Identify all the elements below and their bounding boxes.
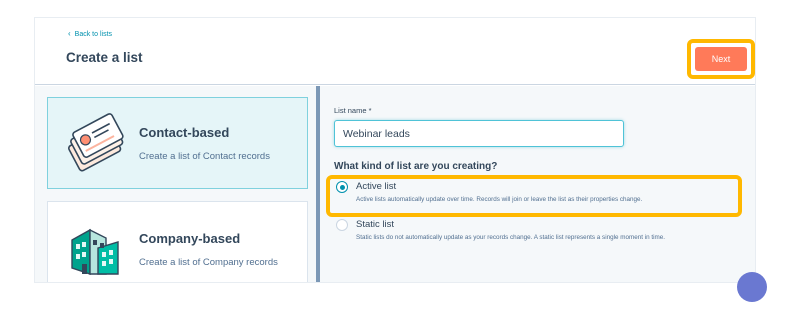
page-title: Create a list xyxy=(66,50,143,65)
back-link-label: Back to lists xyxy=(74,30,113,38)
list-settings-pane: List name * What kind of list are you cr… xyxy=(320,86,755,282)
create-list-window: ‹ Back to lists Create a list Contact-ba… xyxy=(34,17,756,283)
back-to-lists-link[interactable]: ‹ Back to lists xyxy=(68,30,112,38)
company-based-description: Create a list of Company records xyxy=(139,257,278,268)
page-header: ‹ Back to lists Create a list xyxy=(35,18,755,85)
chevron-left-icon: ‹ xyxy=(68,29,71,38)
list-name-label: List name * xyxy=(334,106,372,115)
next-button[interactable]: Next xyxy=(695,47,747,71)
object-type-pane: Contact-based Create a list of Contact r… xyxy=(35,86,316,282)
static-list-radio[interactable] xyxy=(336,219,348,231)
buildings-icon xyxy=(62,216,128,282)
list-name-input[interactable] xyxy=(334,120,624,147)
contact-cards-icon xyxy=(62,112,128,178)
contact-based-description: Create a list of Contact records xyxy=(139,151,270,162)
static-list-description: Static lists do not automatically update… xyxy=(356,234,666,241)
help-bubble-icon[interactable] xyxy=(737,272,767,302)
active-list-description: Active lists automatically update over t… xyxy=(356,196,643,203)
company-based-title: Company-based xyxy=(139,231,241,246)
next-button-highlight: Next xyxy=(687,39,755,79)
contact-based-title: Contact-based xyxy=(139,125,230,140)
contact-based-card[interactable]: Contact-based Create a list of Contact r… xyxy=(47,97,308,189)
list-type-question: What kind of list are you creating? xyxy=(334,161,498,172)
static-list-label: Static list xyxy=(356,219,395,230)
active-list-radio[interactable] xyxy=(336,181,348,193)
active-list-label: Active list xyxy=(356,181,397,192)
company-based-card[interactable]: Company-based Create a list of Company r… xyxy=(47,201,308,282)
